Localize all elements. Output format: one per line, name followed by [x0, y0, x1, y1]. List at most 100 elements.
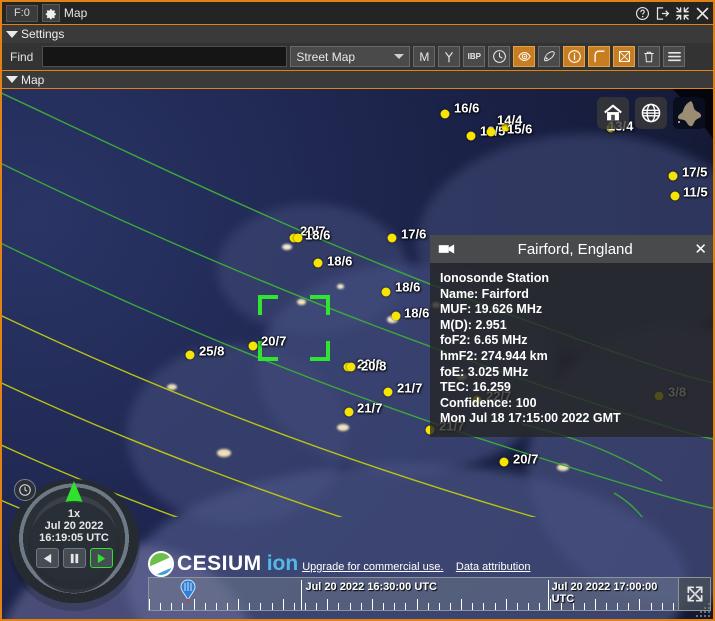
current-date: Jul 20 2022: [45, 520, 104, 532]
reverse-button[interactable]: [36, 548, 59, 568]
tool-delete[interactable]: [638, 46, 660, 67]
tool-greyline[interactable]: [513, 46, 535, 67]
popup-line: foE: 3.025 MHz: [440, 365, 707, 381]
station-marker[interactable]: [384, 388, 393, 397]
timeline-marker: [301, 580, 302, 610]
citylight: [337, 424, 349, 431]
tool-footprint[interactable]: [538, 46, 560, 67]
basemap-select[interactable]: Street Map: [290, 46, 410, 67]
cesium-product: ion: [267, 552, 299, 576]
popout-button[interactable]: [653, 4, 671, 22]
timeline-tick: [294, 603, 295, 610]
station-info-popup[interactable]: Fairford, England ✕ Ionosonde StationNam…: [430, 235, 713, 437]
imagery-thumbnail-icon: [673, 97, 705, 129]
camera-icon: [438, 242, 458, 256]
station-marker[interactable]: [314, 259, 323, 268]
station-marker[interactable]: [500, 458, 509, 467]
clock-face-icon[interactable]: [14, 479, 36, 501]
upgrade-link[interactable]: Upgrade for commercial use.: [302, 561, 443, 573]
restore-button[interactable]: [673, 4, 691, 22]
cesium-logo: CESIUM ion: [148, 551, 298, 577]
current-time: 16:19:05 UTC: [39, 532, 109, 544]
chevron-down-icon: [394, 54, 404, 59]
chevron-down-icon: [6, 31, 18, 38]
station-label: 16/6: [454, 101, 479, 116]
timeline-tick: [305, 603, 306, 610]
station-marker[interactable]: [249, 342, 258, 351]
timeline-tick: [472, 603, 473, 610]
station-label: 21/7: [357, 401, 382, 416]
tool-antenna[interactable]: [438, 46, 460, 67]
timeline-widget[interactable]: Jul 20 2022 16:30:00 UTCJul 20 2022 17:0…: [148, 577, 711, 611]
timeline-tick: [495, 603, 496, 610]
station-marker[interactable]: [487, 128, 496, 137]
playback-buttons: [36, 548, 113, 568]
popup-line: M(D): 2.951: [440, 318, 707, 334]
station-marker[interactable]: [441, 110, 450, 119]
tool-ibp[interactable]: IBP: [463, 46, 485, 67]
tool-clock[interactable]: [488, 46, 510, 67]
station-marker[interactable]: [392, 312, 401, 321]
map-section-header[interactable]: Map: [2, 70, 713, 89]
timeline-tick: [283, 599, 284, 610]
station-label: 20/7: [261, 334, 286, 349]
play-reverse-icon: [42, 553, 53, 564]
station-marker[interactable]: [347, 363, 356, 372]
citylight: [557, 464, 569, 471]
speed-multiplier: 1x: [68, 508, 80, 520]
timeline-tick: [227, 603, 228, 610]
citylight: [217, 449, 231, 457]
station-label: 25/8: [199, 344, 224, 359]
timeline-label: Jul 20 2022 16:30:00 UTC: [305, 581, 436, 593]
data-attribution-link[interactable]: Data attribution: [456, 561, 531, 573]
tool-menu[interactable]: [663, 46, 685, 67]
spiral-eye-icon: [517, 49, 532, 64]
timeline-track[interactable]: Jul 20 2022 16:30:00 UTCJul 20 2022 17:0…: [149, 578, 678, 610]
timeline-tick: [272, 603, 273, 610]
play-button[interactable]: [90, 548, 113, 568]
citylight: [337, 284, 344, 289]
station-marker[interactable]: [669, 172, 678, 181]
station-marker[interactable]: [186, 351, 195, 360]
home-button[interactable]: [597, 97, 629, 129]
pause-button[interactable]: [63, 548, 86, 568]
projection-button[interactable]: [635, 97, 667, 129]
close-button[interactable]: [693, 4, 711, 22]
station-label: 20/8: [361, 359, 386, 374]
station-marker[interactable]: [382, 288, 391, 297]
timeline-tick: [417, 599, 418, 610]
close-icon[interactable]: ✕: [692, 240, 709, 258]
time-shuttle-pointer[interactable]: [65, 481, 83, 503]
citylight: [297, 299, 306, 305]
station-label: 21/7: [397, 381, 422, 396]
station-marker[interactable]: [388, 234, 397, 243]
imagery-layer-button[interactable]: [673, 97, 705, 129]
station-marker[interactable]: [345, 408, 354, 417]
timeline-tick: [249, 603, 250, 610]
tool-measure[interactable]: M: [413, 46, 435, 67]
station-marker[interactable]: [671, 192, 680, 201]
clock-icon: [492, 49, 507, 64]
gear-icon[interactable]: [42, 4, 60, 22]
animation-widget[interactable]: 1x Jul 20 2022 16:19:05 UTC: [8, 479, 140, 611]
info-circle-icon: [567, 49, 582, 64]
tool-info[interactable]: [563, 46, 585, 67]
timeline-tick: [260, 603, 261, 610]
trash-icon: [642, 50, 656, 64]
tool-paths[interactable]: [613, 46, 635, 67]
timeline-tick: [517, 603, 518, 610]
settings-section-header[interactable]: Settings: [2, 24, 713, 43]
station-marker[interactable]: [467, 132, 476, 141]
station-label: 18/6: [404, 306, 429, 321]
timeline-tick: [428, 603, 429, 610]
tool-arc[interactable]: [588, 46, 610, 67]
map-section-label: Map: [21, 73, 44, 87]
timeline-tick: [171, 603, 172, 610]
search-input[interactable]: [42, 46, 287, 67]
resize-grip[interactable]: [692, 601, 710, 617]
timeline-knob-icon[interactable]: [180, 579, 196, 606]
cesium-globe-viewport[interactable]: 16/613/514/415/617/620/718/618/618/618/6…: [2, 89, 713, 619]
station-label: 15/6: [507, 122, 532, 137]
help-button[interactable]: [633, 4, 651, 22]
station-marker[interactable]: [294, 234, 303, 243]
